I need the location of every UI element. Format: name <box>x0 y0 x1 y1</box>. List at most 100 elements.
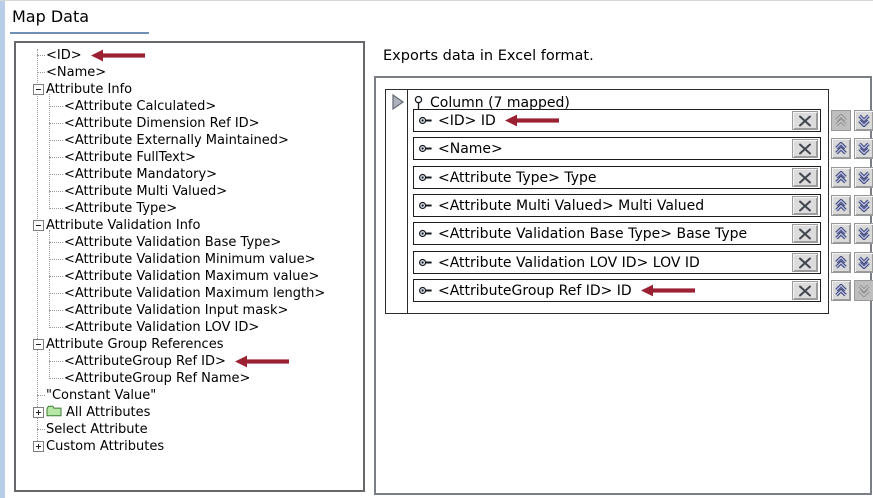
tree-item[interactable]: <AttributeGroup Ref ID> <box>16 353 363 370</box>
chevron-down-icon <box>857 284 871 297</box>
tree-connector <box>49 208 63 209</box>
tree-connector <box>49 361 63 362</box>
tree-connector <box>49 378 63 379</box>
folder-icon <box>46 405 62 417</box>
export-format-description: Exports data in Excel format. <box>383 48 594 64</box>
tree-item[interactable]: <Attribute Dimension Ref ID> <box>16 115 363 132</box>
move-down-button[interactable] <box>854 223 873 244</box>
chevron-up-icon <box>834 142 848 155</box>
tree-item[interactable]: <ID> <box>16 47 363 64</box>
move-down-button <box>854 280 873 301</box>
tree-item[interactable]: <AttributeGroup Ref Name> <box>16 370 363 387</box>
mapping-row[interactable]: <ID> ID <box>413 109 821 132</box>
tree-item[interactable]: Select Attribute <box>16 421 363 438</box>
tree-item[interactable]: <Attribute Validation Input mask> <box>16 302 363 319</box>
tree-item[interactable]: <Name> <box>16 64 363 81</box>
tree-item[interactable]: <Attribute Validation Maximum length> <box>16 285 363 302</box>
annotation-arrow-icon <box>641 284 696 297</box>
move-up-button[interactable] <box>831 252 851 273</box>
remove-mapping-button[interactable] <box>792 224 818 243</box>
remove-mapping-button[interactable] <box>792 196 818 215</box>
remove-x-icon <box>798 115 812 127</box>
tree-item[interactable]: <Attribute Externally Maintained> <box>16 132 363 149</box>
move-up-button[interactable] <box>831 138 851 159</box>
remove-x-icon <box>798 200 812 212</box>
chevron-up-icon <box>834 284 848 297</box>
tree-connector <box>49 123 63 124</box>
remove-mapping-button[interactable] <box>792 139 818 158</box>
chevron-up-icon <box>834 114 848 127</box>
mapping-row[interactable]: <AttributeGroup Ref ID> ID <box>413 279 821 302</box>
tree-connector <box>49 310 63 311</box>
tree-item-label: All Attributes <box>66 404 150 421</box>
move-down-button[interactable] <box>854 195 873 216</box>
tree-item-label: Attribute Validation Info <box>46 217 200 234</box>
mapping-row[interactable]: <Attribute Multi Valued> Multi Valued <box>413 194 821 217</box>
tree-item[interactable]: "Constant Value" <box>16 387 363 404</box>
column-mapping-box: Column (7 mapped) <ID> ID<Name><Attribut… <box>385 89 829 314</box>
move-up-button[interactable] <box>831 167 851 188</box>
tree-item[interactable]: <Attribute Validation Base Type> <box>16 234 363 251</box>
mapping-panel: Column (7 mapped) <ID> ID<Name><Attribut… <box>374 76 872 495</box>
tree-item[interactable]: <Attribute Multi Valued> <box>16 183 363 200</box>
move-down-button[interactable] <box>854 252 873 273</box>
tree-item[interactable]: Attribute Group References <box>16 336 363 353</box>
chevron-up-icon <box>834 199 848 212</box>
tree-item[interactable]: <Attribute Type> <box>16 200 363 217</box>
tree-item-label: <Attribute Multi Valued> <box>64 183 227 200</box>
remove-mapping-button[interactable] <box>792 253 818 272</box>
move-down-button[interactable] <box>854 110 873 131</box>
tree-item-label: <Attribute Validation Minimum value> <box>64 251 316 268</box>
remove-mapping-button[interactable] <box>792 111 818 130</box>
tree-item[interactable]: <Attribute Calculated> <box>16 98 363 115</box>
tree-item[interactable]: Attribute Validation Info <box>16 217 363 234</box>
tree-item-label: <Attribute FullText> <box>64 149 196 166</box>
collapse-minus-icon[interactable] <box>33 84 44 95</box>
mapping-row[interactable]: <Attribute Validation LOV ID> LOV ID <box>413 251 821 274</box>
tree-item[interactable]: <Attribute Validation LOV ID> <box>16 319 363 336</box>
tree-item-label: Custom Attributes <box>46 438 164 455</box>
move-up-button[interactable] <box>831 223 851 244</box>
collapse-minus-icon[interactable] <box>33 339 44 350</box>
remove-mapping-button[interactable] <box>792 281 818 300</box>
annotation-arrow-icon <box>505 114 560 127</box>
expand-plus-icon[interactable] <box>33 407 44 418</box>
remove-mapping-button[interactable] <box>792 168 818 187</box>
tree-guide-line <box>49 230 50 328</box>
chevron-down-icon <box>857 227 871 240</box>
mapping-row[interactable]: <Name> <box>413 137 821 160</box>
move-down-button[interactable] <box>854 167 873 188</box>
expand-plus-icon[interactable] <box>33 441 44 452</box>
tree-item-label: <AttributeGroup Ref ID> <box>64 353 226 370</box>
tree-connector <box>49 106 63 107</box>
remove-x-icon <box>798 257 812 269</box>
mapped-field-icon <box>418 172 433 183</box>
chevron-down-icon <box>857 171 871 184</box>
panel-expander-button[interactable] <box>389 92 406 112</box>
tree-connector <box>49 259 63 260</box>
collapse-minus-icon[interactable] <box>33 220 44 231</box>
divider <box>407 90 408 313</box>
mapping-row[interactable]: <Attribute Type> Type <box>413 166 821 189</box>
tree-connector <box>37 72 45 73</box>
tree-item[interactable]: All Attributes <box>16 404 363 421</box>
move-up-button[interactable] <box>831 195 851 216</box>
tree-item[interactable]: <Attribute Mandatory> <box>16 166 363 183</box>
chevron-up-icon <box>834 171 848 184</box>
move-down-button[interactable] <box>854 138 873 159</box>
tree-item[interactable]: Attribute Info <box>16 81 363 98</box>
tree-item[interactable]: Custom Attributes <box>16 438 363 455</box>
annotation-arrow-icon <box>235 355 290 368</box>
chevron-up-icon <box>834 256 848 269</box>
mapping-label: <AttributeGroup Ref ID> ID <box>438 283 632 299</box>
move-up-button[interactable] <box>831 280 851 301</box>
mapping-label: <Attribute Multi Valued> Multi Valued <box>438 198 704 214</box>
mapping-row[interactable]: <Attribute Validation Base Type> Base Ty… <box>413 222 821 245</box>
tree-item[interactable]: <Attribute FullText> <box>16 149 363 166</box>
move-up-button <box>831 110 851 131</box>
tree-item[interactable]: <Attribute Validation Minimum value> <box>16 251 363 268</box>
tree-item[interactable]: <Attribute Validation Maximum value> <box>16 268 363 285</box>
tree-item-label: "Constant Value" <box>46 387 156 404</box>
chevron-down-icon <box>857 256 871 269</box>
tree-item-label: <Attribute Type> <box>64 200 177 217</box>
